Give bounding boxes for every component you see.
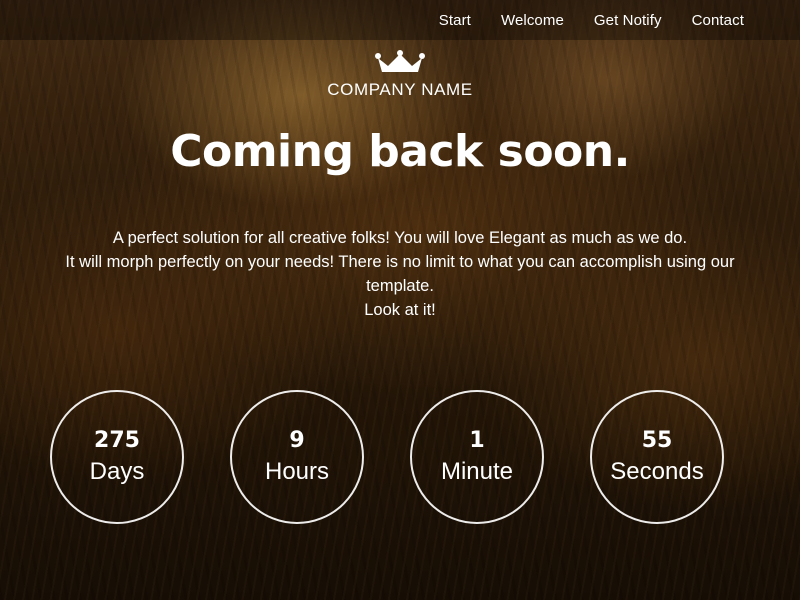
countdown-minutes-value: 1 — [469, 428, 485, 453]
page-headline: Coming back soon. — [170, 126, 630, 177]
countdown-hours-label: Hours — [264, 458, 330, 485]
countdown-hours: 9 Hours — [230, 390, 364, 524]
nav-link-start[interactable]: Start — [439, 12, 471, 29]
description-line-1: A perfect solution for all creative folk… — [112, 229, 688, 247]
nav-link-welcome[interactable]: Welcome — [501, 12, 564, 29]
hero-description: A perfect solution for all creative folk… — [30, 226, 770, 322]
nav-link-get-notify[interactable]: Get Notify — [594, 12, 662, 29]
countdown-minutes-label: Minute — [440, 458, 514, 485]
countdown-days: 275 Days — [50, 390, 184, 524]
nav-link-contact[interactable]: Contact — [692, 12, 744, 29]
logo[interactable]: COMPANY NAME — [0, 50, 800, 100]
countdown-seconds-value: 55 — [641, 428, 673, 453]
countdown-hours-value: 9 — [289, 428, 305, 453]
countdown-minutes: 1 Minute — [410, 390, 544, 524]
company-name: COMPANY NAME — [327, 80, 473, 99]
countdown-timer: 275 Days 9 Hours 1 Minute 55 Seconds — [50, 390, 730, 524]
nav-links: Start Welcome Get Notify Contact — [439, 0, 744, 40]
countdown-days-label: Days — [89, 458, 145, 485]
top-navbar: Start Welcome Get Notify Contact — [0, 0, 800, 40]
description-line-3: Look at it! — [364, 301, 436, 319]
crown-icon — [375, 50, 425, 72]
description-line-2: It will morph perfectly on your needs! T… — [65, 253, 735, 295]
countdown-seconds-label: Seconds — [610, 458, 704, 485]
countdown-seconds: 55 Seconds — [590, 390, 724, 524]
countdown-days-value: 275 — [94, 428, 140, 453]
